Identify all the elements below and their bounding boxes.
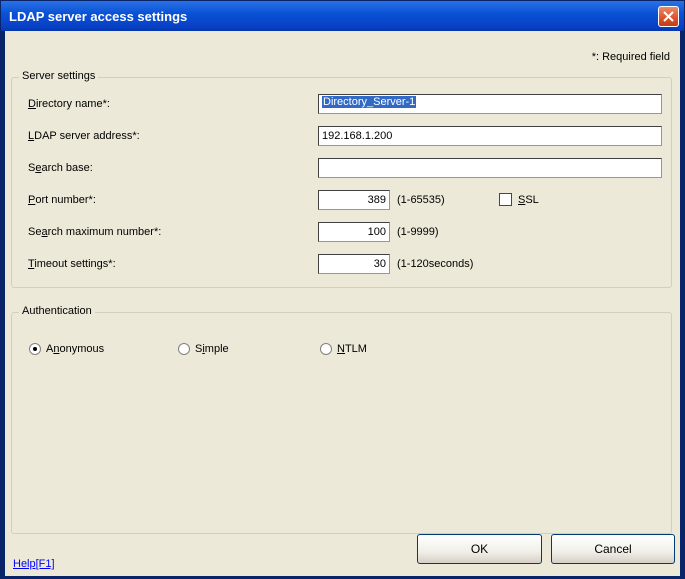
timeout-settings-label: Timeout settings*: bbox=[28, 258, 116, 270]
required-field-note: *: Required field bbox=[591, 51, 670, 63]
ldap-server-address-label: LDAP server address*: bbox=[28, 130, 140, 142]
title-bar[interactable]: LDAP server access settings bbox=[1, 1, 684, 31]
cancel-button[interactable]: Cancel bbox=[551, 534, 675, 564]
port-number-range: (1-65535) bbox=[397, 194, 445, 206]
dialog-body: *: Required field Server settings Direct… bbox=[5, 31, 680, 576]
search-base-label: Search base: bbox=[28, 162, 93, 174]
search-maximum-label: Search maximum number*: bbox=[28, 226, 162, 238]
timeout-settings-range: (1-120seconds) bbox=[397, 258, 474, 270]
close-button[interactable] bbox=[658, 6, 679, 27]
search-base-input[interactable] bbox=[318, 158, 662, 178]
server-settings-group: Server settings Directory name*: Directo… bbox=[11, 70, 672, 288]
authentication-group: Authentication Anonymous Simple NTLM bbox=[11, 305, 672, 534]
port-number-label: Port number*: bbox=[28, 194, 96, 206]
directory-name-input[interactable]: Directory_Server-1 bbox=[318, 94, 662, 114]
ok-button[interactable]: OK bbox=[417, 534, 542, 564]
authentication-legend: Authentication bbox=[19, 305, 95, 317]
port-number-input[interactable] bbox=[318, 190, 390, 210]
search-maximum-input[interactable] bbox=[318, 222, 390, 242]
window-title: LDAP server access settings bbox=[9, 9, 188, 24]
ldap-server-address-input[interactable] bbox=[318, 126, 662, 146]
close-icon bbox=[663, 11, 674, 22]
help-link[interactable]: Help[F1] bbox=[13, 558, 55, 570]
simple-label: Simple bbox=[195, 343, 229, 355]
anonymous-radio[interactable] bbox=[29, 343, 41, 355]
ssl-checkbox[interactable] bbox=[499, 193, 512, 206]
ntlm-radio[interactable] bbox=[320, 343, 332, 355]
directory-name-label: Directory name*: bbox=[28, 98, 110, 110]
timeout-settings-input[interactable] bbox=[318, 254, 390, 274]
ssl-label: SSL bbox=[518, 194, 539, 206]
simple-radio[interactable] bbox=[178, 343, 190, 355]
server-settings-legend: Server settings bbox=[19, 70, 99, 82]
search-maximum-range: (1-9999) bbox=[397, 226, 439, 238]
anonymous-label: Anonymous bbox=[46, 343, 105, 355]
ntlm-label: NTLM bbox=[337, 343, 367, 355]
dialog-window: LDAP server access settings *: Required … bbox=[0, 0, 685, 579]
